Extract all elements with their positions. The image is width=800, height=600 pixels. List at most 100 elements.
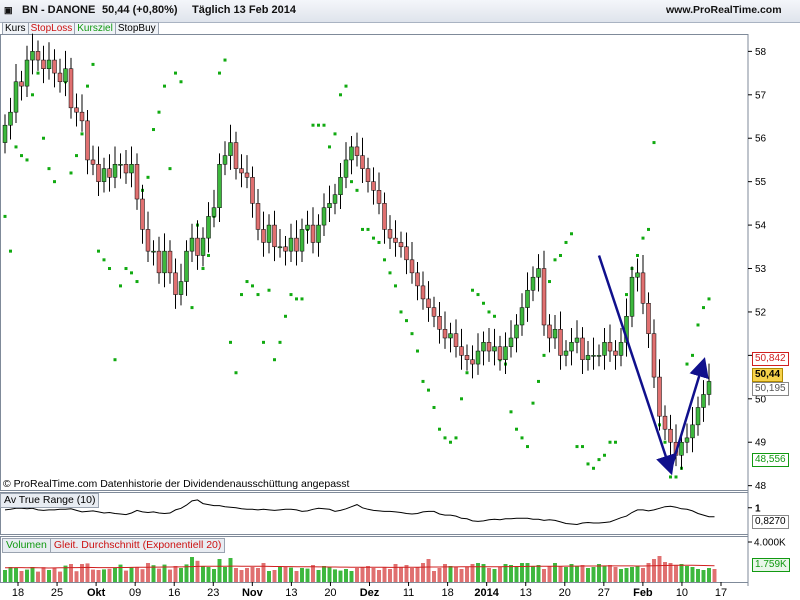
sar-dot [256, 293, 260, 297]
volume-bar [272, 570, 277, 582]
price-tick-label: 52 [755, 307, 767, 318]
candle-body [591, 355, 596, 357]
volume-bar [509, 565, 513, 582]
candle-body [393, 237, 398, 243]
volume-bar [542, 569, 546, 582]
candle-body [629, 276, 635, 317]
candle-body [470, 359, 475, 365]
sar-dot [218, 71, 221, 75]
sar-dot [641, 236, 645, 240]
sar-dot [542, 353, 546, 357]
time-tick-label: 2014 [474, 587, 499, 599]
sar-dot [652, 141, 656, 145]
candle-body [514, 324, 519, 339]
volume-label[interactable]: Volumen [2, 538, 51, 553]
candle-body [52, 59, 57, 74]
sar-dot [487, 310, 491, 314]
volume-bar [146, 563, 150, 582]
volume-bar [393, 564, 398, 582]
volume-bar [327, 567, 332, 582]
time-tick-label: 20 [324, 587, 336, 599]
sar-dot [482, 301, 485, 305]
sar-dot [553, 258, 557, 262]
volume-bar [245, 568, 249, 582]
sar-dot [454, 436, 458, 440]
sar-dot [350, 180, 353, 184]
support-badge: 50,195 [752, 382, 789, 396]
candle-body [129, 164, 134, 174]
sar-dot [625, 293, 628, 297]
candle-body [497, 346, 503, 360]
sar-dot [443, 436, 447, 440]
candle-body [200, 237, 206, 256]
sar-dot [526, 445, 529, 449]
sar-dot [564, 240, 568, 244]
sar-dot [223, 58, 227, 62]
volume-bar [206, 567, 211, 582]
volume-bar [217, 559, 222, 582]
sar-dot [278, 340, 282, 344]
sar-dot [146, 175, 150, 179]
candle-body [79, 111, 85, 122]
volume-bar [465, 567, 469, 582]
time-tick-label: 13 [520, 587, 532, 599]
sar-dot [691, 353, 694, 357]
candle-body [684, 437, 690, 443]
candle-body [8, 111, 13, 126]
sar-dot [295, 297, 298, 301]
volume-bar [157, 568, 161, 582]
sar-dot [47, 167, 51, 171]
sar-dot [130, 271, 133, 275]
volume-bar [52, 567, 57, 582]
sar-dot [311, 123, 315, 127]
sar-dot [537, 379, 540, 383]
candle-body [459, 346, 464, 356]
sar-dot [289, 293, 293, 297]
sar-dot [262, 340, 265, 344]
volume-bar [421, 563, 425, 582]
volume-bar [454, 566, 458, 582]
candle-body [321, 207, 327, 226]
candle-body [338, 177, 343, 195]
volume-bar [250, 567, 255, 582]
time-tick-label: Nov [242, 587, 264, 599]
candle-body [184, 250, 189, 282]
volume-bar [531, 566, 535, 582]
volume-bar [300, 568, 304, 582]
time-tick-label: 27 [598, 587, 610, 599]
volume-bar [674, 565, 678, 582]
volume-bar [30, 567, 35, 582]
candle-body [30, 51, 35, 61]
sar-dot [163, 84, 166, 88]
candle-body [486, 342, 492, 352]
volume-bar [25, 569, 29, 582]
candle-body [101, 168, 107, 182]
candle-body [448, 333, 453, 339]
candle-body [481, 342, 486, 352]
candle-body [294, 237, 299, 252]
sar-dot [31, 93, 34, 97]
sar-dot [476, 293, 480, 297]
candle-body [580, 337, 585, 360]
sar-dot [669, 475, 672, 479]
sar-dot [3, 214, 7, 218]
atr-panel-label[interactable]: Av True Range (10) [0, 493, 100, 508]
resistance-badge: 50,842 [752, 352, 789, 366]
candle-body [189, 237, 195, 252]
candle-body [530, 276, 536, 291]
ema-label[interactable]: Gleit. Durchschnitt (Exponentiell 20) [50, 538, 226, 553]
volume-bar [91, 569, 95, 582]
candle-body [613, 350, 618, 356]
candle-body [453, 333, 459, 347]
volume-bar [80, 564, 84, 582]
candle-body [695, 407, 701, 426]
candle-body [437, 316, 442, 330]
volume-bar [641, 568, 645, 582]
volume-bar [349, 571, 354, 582]
volume-bar [492, 569, 497, 582]
volume-bar [190, 557, 194, 582]
candle-body [272, 224, 277, 248]
candle-body [404, 246, 409, 261]
volume-bar [597, 564, 601, 582]
sar-dot [581, 445, 584, 449]
